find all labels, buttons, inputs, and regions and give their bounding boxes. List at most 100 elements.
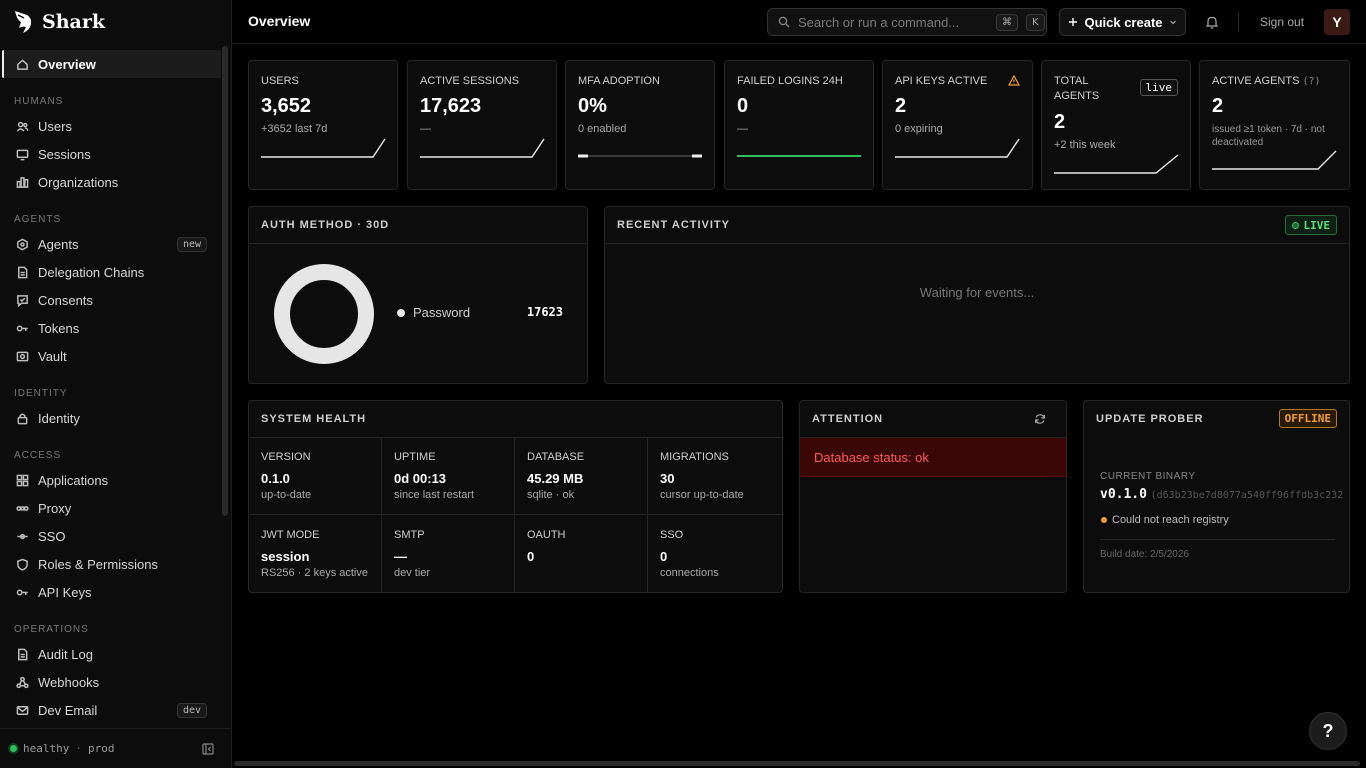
sidebar-item-roles-permissions[interactable]: Roles & Permissions [2, 550, 221, 578]
sidebar-item-api-keys[interactable]: API Keys [2, 578, 221, 606]
stat-card-active-sessions[interactable]: ACTIVE SESSIONS 17,623 — [407, 60, 557, 190]
stat-label: ACTIVE AGENTS [1212, 75, 1300, 87]
stat-value: 3,652 [261, 95, 312, 117]
stat-card-failed-logins[interactable]: FAILED LOGINS 24H 0 — [724, 60, 874, 190]
users-sparkline [261, 138, 386, 158]
health-cell-sso: SSO 0 connections [648, 515, 782, 593]
health-cell-version: VERSION 0.1.0 up-to-date [249, 437, 382, 515]
command-search[interactable]: ⌘ K [767, 8, 1047, 36]
mfa-progress-bar [578, 154, 702, 158]
sidebar-item-webhooks[interactable]: Webhooks [2, 668, 221, 696]
stat-label: USERS [261, 75, 299, 87]
failed-logins-sparkline [737, 155, 861, 157]
cell-value: 45.29 MB [527, 471, 584, 486]
sidebar-item-users[interactable]: Users [2, 112, 221, 140]
health-cell-database: DATABASE 45.29 MB sqlite · ok [515, 437, 648, 515]
stat-label: MFA ADOPTION [578, 75, 660, 87]
shortcut-k-key: K [1026, 13, 1045, 31]
attention-card: ATTENTION Database status: ok [799, 400, 1067, 593]
stat-sub: +2 this week [1054, 139, 1116, 151]
sidebar-item-label: Applications [38, 472, 109, 488]
stat-label: FAILED LOGINS 24H [737, 75, 843, 87]
sidebar-item-consents[interactable]: Consents [2, 286, 221, 314]
attention-alert[interactable]: Database status: ok [800, 438, 1066, 477]
cell-key: SMTP [394, 529, 425, 541]
sidebar-item-tokens[interactable]: Tokens [2, 314, 221, 342]
stat-sub: issued ≥1 token · 7d · not deactivated [1212, 124, 1325, 148]
cell-sub: sqlite · ok [527, 489, 575, 501]
divider [1100, 539, 1335, 540]
search-input[interactable] [798, 14, 988, 30]
live-indicator: LIVE [1284, 215, 1337, 235]
registry-warning: Could not reach registry [1112, 514, 1229, 526]
help-button[interactable]: ? [1309, 712, 1347, 750]
section-humans: HUMANS [14, 96, 64, 107]
empty-state: Waiting for events... [919, 285, 1035, 300]
card-title: AUTH METHOD · 30D [261, 219, 390, 231]
stat-card-mfa-adoption[interactable]: MFA ADOPTION 0% 0 enabled [565, 60, 715, 190]
section-agents: AGENTS [14, 214, 62, 225]
sidebar-scrollbar[interactable] [222, 46, 228, 516]
sidebar-item-vault[interactable]: Vault [2, 342, 221, 370]
sidebar-item-delegation-chains[interactable]: Delegation Chains [2, 258, 221, 286]
home-icon [15, 57, 29, 71]
sidebar-item-label: Organizations [38, 174, 119, 190]
health-cell-smtp: SMTP — dev tier [382, 515, 515, 593]
section-identity: IDENTITY [14, 388, 68, 399]
sidebar-item-dev-email[interactable]: Dev Email dev [2, 696, 221, 724]
sidebar-item-sessions[interactable]: Sessions [2, 140, 221, 168]
top-bar: Overview ⌘ K Quick create Sign out Y [232, 0, 1366, 44]
page-title: Overview [248, 13, 311, 29]
brand-name: Shark [42, 11, 106, 33]
sidebar-item-label: Dev Email [38, 702, 98, 718]
stat-sub: — [737, 123, 748, 135]
card-title: RECENT ACTIVITY [617, 219, 730, 231]
sidebar-item-label: Consents [38, 292, 93, 308]
section-operations: OPERATIONS [14, 624, 89, 635]
auth-donut-chart [274, 264, 374, 364]
sidebar-item-organizations[interactable]: Organizations [2, 168, 221, 196]
hexagon-icon [15, 237, 29, 251]
section-access: ACCESS [14, 450, 62, 461]
stat-value: 2 [895, 95, 907, 117]
brand[interactable]: Shark [12, 8, 105, 36]
sidebar-item-sso[interactable]: SSO [2, 522, 221, 550]
sidebar-item-proxy[interactable]: Proxy [2, 494, 221, 522]
help-hint-icon[interactable]: (?) [1302, 76, 1320, 87]
users-icon [15, 119, 29, 133]
sidebar-item-label: Identity [38, 410, 80, 426]
cell-value: — [394, 549, 407, 564]
stat-card-active-agents[interactable]: ACTIVE AGENTS (?) 2 issued ≥1 token · 7d… [1199, 60, 1350, 190]
chevron-down-icon [1169, 20, 1176, 25]
collapse-sidebar-icon[interactable] [202, 743, 214, 755]
bell-icon[interactable] [1204, 14, 1220, 30]
cell-key: SSO [660, 529, 684, 541]
divider [605, 243, 1349, 244]
cell-value: 0 [660, 549, 668, 564]
sidebar-item-identity[interactable]: Identity [2, 404, 221, 432]
sidebar-item-audit-log[interactable]: Audit Log [2, 640, 221, 668]
sidebar-item-overview[interactable]: Overview [2, 50, 221, 78]
cell-value: 0d 00:13 [394, 471, 447, 486]
card-title: SYSTEM HEALTH [261, 413, 367, 425]
active-agents-sparkline [1212, 150, 1337, 170]
system-health-card: SYSTEM HEALTH VERSION 0.1.0 up-to-date UPT… [248, 400, 783, 593]
sidebar-item-agents[interactable]: Agents new [2, 230, 221, 258]
sign-out-link[interactable]: Sign out [1260, 15, 1304, 29]
cell-value: 0.1.0 [261, 471, 290, 486]
stat-card-users[interactable]: USERS 3,652 +3652 last 7d [248, 60, 398, 190]
warning-icon [1008, 75, 1020, 86]
stat-card-api-keys[interactable]: API KEYS ACTIVE 2 0 expiring [882, 60, 1033, 190]
auth-method-card: AUTH METHOD · 30D Password 17623 [248, 206, 588, 384]
sidebar-item-applications[interactable]: Applications [2, 466, 221, 494]
cell-sub: cursor up-to-date [660, 489, 744, 501]
api-key-icon [15, 585, 29, 599]
refresh-icon[interactable] [1034, 413, 1046, 425]
stat-card-total-agents[interactable]: TOTAL AGENTS live 2 +2 this week [1041, 60, 1191, 190]
footer-separator: · [75, 742, 82, 755]
shark-logo-icon [15, 11, 32, 33]
horizontal-scrollbar[interactable] [234, 761, 1360, 766]
quick-create-button[interactable]: Quick create [1059, 8, 1186, 36]
avatar[interactable]: Y [1324, 9, 1350, 35]
sidebar-item-label: Overview [38, 56, 96, 72]
